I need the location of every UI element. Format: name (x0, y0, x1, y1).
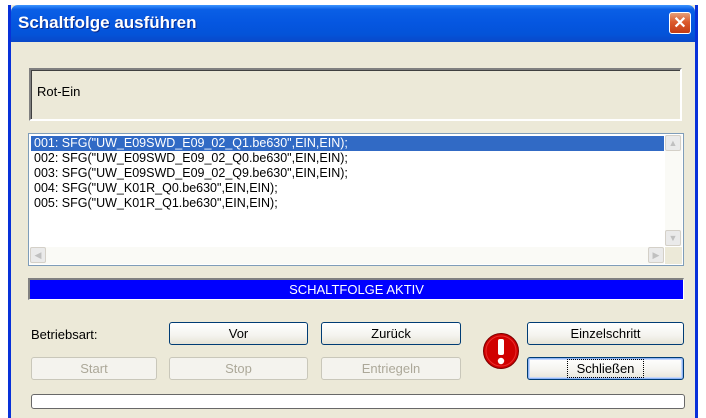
horizontal-scrollbar[interactable]: ◀ ▶ (30, 247, 664, 264)
dialog-window: Schaltfolge ausführen ✕ Rot-Ein 001: SFG… (8, 5, 698, 418)
title-bar[interactable]: Schaltfolge ausführen ✕ (11, 5, 695, 42)
close-icon: ✕ (673, 15, 687, 32)
scroll-left-icon[interactable]: ◀ (30, 247, 46, 263)
info-text: Rot-Ein (37, 84, 81, 99)
list-item[interactable]: 001: SFG("UW_E09SWD_E09_02_Q1.be630",EIN… (31, 136, 664, 151)
vor-button[interactable]: Vor (169, 322, 308, 345)
start-button[interactable]: Start (31, 357, 157, 380)
status-bar: SCHALTFOLGE AKTIV (28, 278, 684, 300)
window-title: Schaltfolge ausführen (18, 13, 197, 32)
list-item[interactable]: 003: SFG("UW_E09SWD_E09_02_Q9.be630",EIN… (31, 166, 664, 181)
close-button[interactable]: ✕ (669, 12, 691, 34)
einzelschritt-button[interactable]: Einzelschritt (527, 322, 684, 345)
list-item[interactable]: 002: SFG("UW_E09SWD_E09_02_Q0.be630",EIN… (31, 151, 664, 166)
command-listbox[interactable]: 001: SFG("UW_E09SWD_E09_02_Q1.be630",EIN… (28, 133, 684, 266)
exclamation-warning-icon (483, 333, 519, 369)
betriebsart-label: Betriebsart: (31, 327, 98, 342)
dialog-client-area: Rot-Ein 001: SFG("UW_E09SWD_E09_02_Q1.be… (11, 42, 695, 418)
info-panel: Rot-Ein (29, 68, 682, 121)
list-item[interactable]: 004: SFG("UW_K01R_Q0.be630",EIN,EIN); (31, 181, 664, 196)
list-area: 001: SFG("UW_E09SWD_E09_02_Q1.be630",EIN… (31, 136, 664, 246)
schliessen-label: Schließen (566, 359, 645, 378)
scroll-right-icon[interactable]: ▶ (648, 247, 664, 263)
scroll-down-icon[interactable]: ▼ (665, 230, 681, 246)
schliessen-button[interactable]: Schließen (527, 357, 684, 380)
list-item[interactable]: 005: SFG("UW_K01R_Q1.be630",EIN,EIN); (31, 196, 664, 211)
scrollbar-corner (665, 247, 682, 264)
entriegeln-button[interactable]: Entriegeln (321, 357, 461, 380)
vertical-scrollbar[interactable]: ▲ ▼ (665, 135, 682, 246)
scroll-up-icon[interactable]: ▲ (665, 135, 681, 151)
zurueck-button[interactable]: Zurück (321, 322, 461, 345)
progress-bar (31, 394, 685, 409)
stop-button[interactable]: Stop (169, 357, 308, 380)
